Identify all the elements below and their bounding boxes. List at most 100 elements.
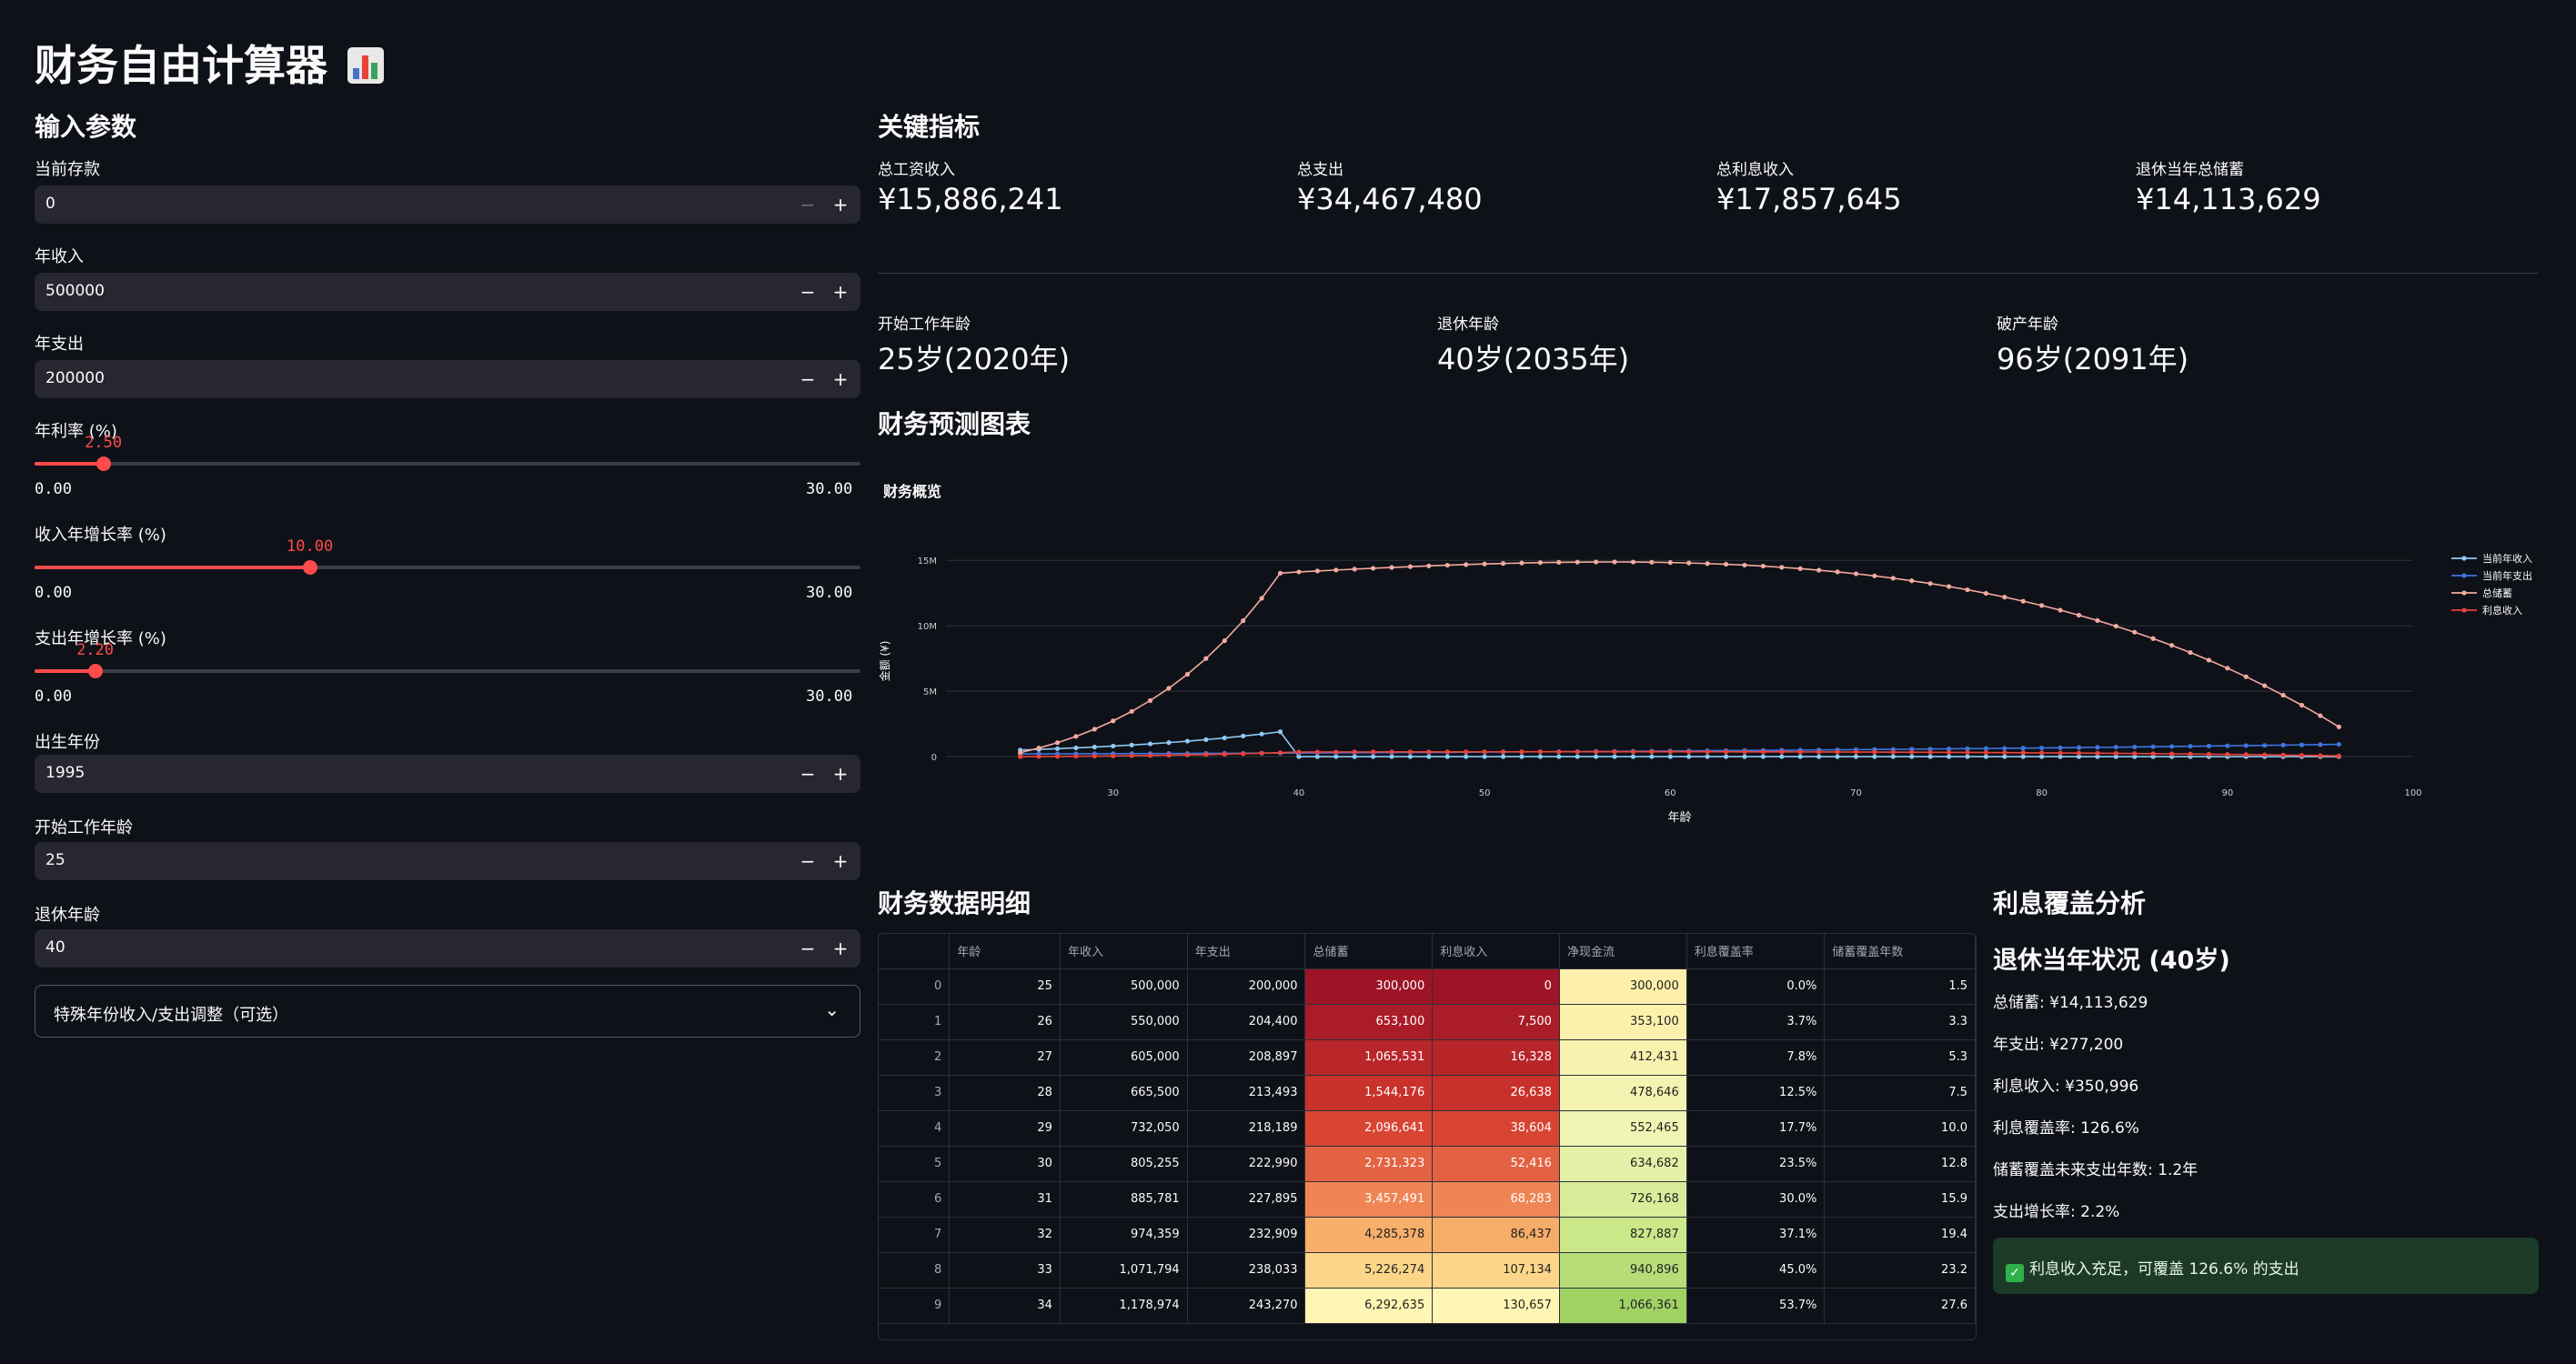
start-age-increment-button[interactable]: + xyxy=(824,847,857,875)
income-growth-slider-thumb[interactable] xyxy=(302,560,317,575)
income-growth-slider[interactable]: 10.00 xyxy=(35,537,860,575)
table-cell[interactable]: 353,100 xyxy=(1559,1004,1687,1040)
chart-svg[interactable]: 财务概览 0 5M 10M 15M 30 40 50 60 70 80 90 100 年龄 金额 (¥) 当前… xyxy=(878,464,2539,855)
table-cell[interactable]: 31 xyxy=(949,1181,1061,1218)
table-row[interactable]: 6 31 885,781 227,895 3,457,491 68,283 726,168 3… xyxy=(879,1181,1976,1218)
table-cell[interactable]: 4 xyxy=(879,1110,951,1147)
table-cell[interactable]: 8 xyxy=(879,1252,951,1289)
table-cell[interactable]: 232,909 xyxy=(1187,1217,1306,1253)
birth-year-decrement-button[interactable]: − xyxy=(791,760,824,787)
finance-overview-chart[interactable]: 财务概览 0 5M 10M 15M 30 40 50 60 70 80 90 100 年龄 金额 (¥) 当前… xyxy=(878,464,2539,855)
table-cell[interactable]: 605,000 xyxy=(1060,1039,1188,1076)
income-input[interactable]: 500000 − + xyxy=(35,273,860,311)
table-cell[interactable]: 300,000 xyxy=(1304,968,1434,1005)
table-cell[interactable]: 86,437 xyxy=(1432,1217,1560,1253)
table-cell[interactable]: 726,168 xyxy=(1559,1181,1687,1218)
table-cell[interactable]: 0.0% xyxy=(1686,968,1826,1005)
table-cell[interactable]: 208,897 xyxy=(1187,1039,1306,1076)
table-cell[interactable]: 45.0% xyxy=(1686,1252,1826,1289)
table-cell[interactable]: 3.7% xyxy=(1686,1004,1826,1040)
table-cell[interactable]: 1,178,974 xyxy=(1060,1288,1188,1324)
interest-rate-slider-thumb[interactable] xyxy=(96,456,111,471)
table-row[interactable]: 7 32 974,359 232,909 4,285,378 86,437 827,887 3… xyxy=(879,1217,1976,1253)
table-cell[interactable]: 25 xyxy=(949,968,1061,1005)
table-cell[interactable]: 23.5% xyxy=(1686,1146,1826,1182)
expense-growth-slider[interactable]: 2.20 xyxy=(35,641,860,678)
table-row[interactable]: 5 30 805,255 222,990 2,731,323 52,416 634,682 2… xyxy=(879,1146,1976,1182)
table-cell[interactable]: 222,990 xyxy=(1187,1146,1306,1182)
table-cell[interactable]: 3.3 xyxy=(1824,1004,1976,1040)
table-cell[interactable]: 1.5 xyxy=(1824,968,1976,1005)
expense-growth-slider-thumb[interactable] xyxy=(87,664,103,678)
table-cell[interactable]: 19.4 xyxy=(1824,1217,1976,1253)
table-cell[interactable]: 2,731,323 xyxy=(1304,1146,1434,1182)
table-cell[interactable]: 412,431 xyxy=(1559,1039,1687,1076)
income-value[interactable]: 500000 xyxy=(45,282,105,300)
table-cell[interactable]: 7.8% xyxy=(1686,1039,1826,1076)
table-cell[interactable]: 30.0% xyxy=(1686,1181,1826,1218)
table-cell[interactable]: 26 xyxy=(949,1004,1061,1040)
column-header[interactable] xyxy=(879,934,951,969)
interest-rate-slider[interactable]: 2.50 xyxy=(35,434,860,471)
table-cell[interactable]: 12.5% xyxy=(1686,1075,1826,1111)
table-row[interactable]: 9 34 1,178,974 243,270 6,292,635 130,657 1,066… xyxy=(879,1288,1976,1324)
table-cell[interactable]: 6 xyxy=(879,1181,951,1218)
table-cell[interactable]: 12.8 xyxy=(1824,1146,1976,1182)
table-row[interactable]: 2 27 605,000 208,897 1,065,531 16,328 412,431 7… xyxy=(879,1039,1976,1076)
savings-value[interactable]: 0 xyxy=(45,195,55,213)
column-header[interactable]: 储蓄覆盖年数 xyxy=(1824,934,1976,969)
table-cell[interactable]: 213,493 xyxy=(1187,1075,1306,1111)
column-header[interactable]: 年龄 xyxy=(949,934,1061,969)
table-cell[interactable]: 32 xyxy=(949,1217,1061,1253)
table-cell[interactable]: 653,100 xyxy=(1304,1004,1434,1040)
table-cell[interactable]: 23.2 xyxy=(1824,1252,1976,1289)
table-cell[interactable]: 9 xyxy=(879,1288,951,1324)
table-cell[interactable]: 107,134 xyxy=(1432,1252,1560,1289)
start-age-decrement-button[interactable]: − xyxy=(791,847,824,875)
table-cell[interactable]: 500,000 xyxy=(1060,968,1188,1005)
table-cell[interactable]: 17.7% xyxy=(1686,1110,1826,1147)
expense-value[interactable]: 200000 xyxy=(45,369,105,387)
table-row[interactable]: 1 26 550,000 204,400 653,100 7,500 353,100 3.7%… xyxy=(879,1004,1976,1040)
table-cell[interactable]: 6,292,635 xyxy=(1304,1288,1434,1324)
start-age-value[interactable]: 25 xyxy=(45,851,65,869)
table-cell[interactable]: 52,416 xyxy=(1432,1146,1560,1182)
column-header[interactable]: 利息覆盖率 xyxy=(1686,934,1826,969)
data-table[interactable]: 年龄 年收入 年支出 总储蓄 利息收入 净现金流 利息覆盖率 储蓄覆盖年数 0 25 500,00… xyxy=(878,933,1977,1340)
table-cell[interactable]: 0 xyxy=(1432,968,1560,1005)
table-cell[interactable]: 2,096,641 xyxy=(1304,1110,1434,1147)
table-cell[interactable]: 27 xyxy=(949,1039,1061,1076)
table-cell[interactable]: 7 xyxy=(879,1217,951,1253)
retire-age-input[interactable]: 40 − + xyxy=(35,929,860,968)
table-cell[interactable]: 26,638 xyxy=(1432,1075,1560,1111)
table-cell[interactable]: 732,050 xyxy=(1060,1110,1188,1147)
table-row[interactable]: 4 29 732,050 218,189 2,096,641 38,604 552,465 1… xyxy=(879,1110,1976,1147)
table-cell[interactable]: 974,359 xyxy=(1060,1217,1188,1253)
table-cell[interactable]: 68,283 xyxy=(1432,1181,1560,1218)
savings-increment-button[interactable]: + xyxy=(824,191,857,218)
table-cell[interactable]: 5.3 xyxy=(1824,1039,1976,1076)
table-row[interactable]: 3 28 665,500 213,493 1,544,176 26,638 478,646 1… xyxy=(879,1075,1976,1111)
retire-age-decrement-button[interactable]: − xyxy=(791,935,824,962)
table-cell[interactable]: 10.0 xyxy=(1824,1110,1976,1147)
table-cell[interactable]: 53.7% xyxy=(1686,1288,1826,1324)
table-row[interactable]: 8 33 1,071,794 238,033 5,226,274 107,134 940,8… xyxy=(879,1252,1976,1289)
birth-year-input[interactable]: 1995 − + xyxy=(35,755,860,793)
table-cell[interactable]: 5,226,274 xyxy=(1304,1252,1434,1289)
expense-input[interactable]: 200000 − + xyxy=(35,360,860,398)
column-header[interactable]: 年收入 xyxy=(1060,934,1188,969)
start-age-input[interactable]: 25 − + xyxy=(35,842,860,880)
birth-year-increment-button[interactable]: + xyxy=(824,760,857,787)
table-cell[interactable]: 130,657 xyxy=(1432,1288,1560,1324)
table-cell[interactable]: 1,066,361 xyxy=(1559,1288,1687,1324)
table-cell[interactable]: 885,781 xyxy=(1060,1181,1188,1218)
table-cell[interactable]: 30 xyxy=(949,1146,1061,1182)
table-cell[interactable]: 665,500 xyxy=(1060,1075,1188,1111)
special-year-adjustment-expander[interactable]: 特殊年份收入/支出调整（可选） ⌄ xyxy=(35,985,860,1038)
table-cell[interactable]: 227,895 xyxy=(1187,1181,1306,1218)
table-cell[interactable]: 16,328 xyxy=(1432,1039,1560,1076)
column-header[interactable]: 年支出 xyxy=(1187,934,1306,969)
table-cell[interactable]: 204,400 xyxy=(1187,1004,1306,1040)
table-cell[interactable]: 7,500 xyxy=(1432,1004,1560,1040)
table-cell[interactable]: 1,071,794 xyxy=(1060,1252,1188,1289)
